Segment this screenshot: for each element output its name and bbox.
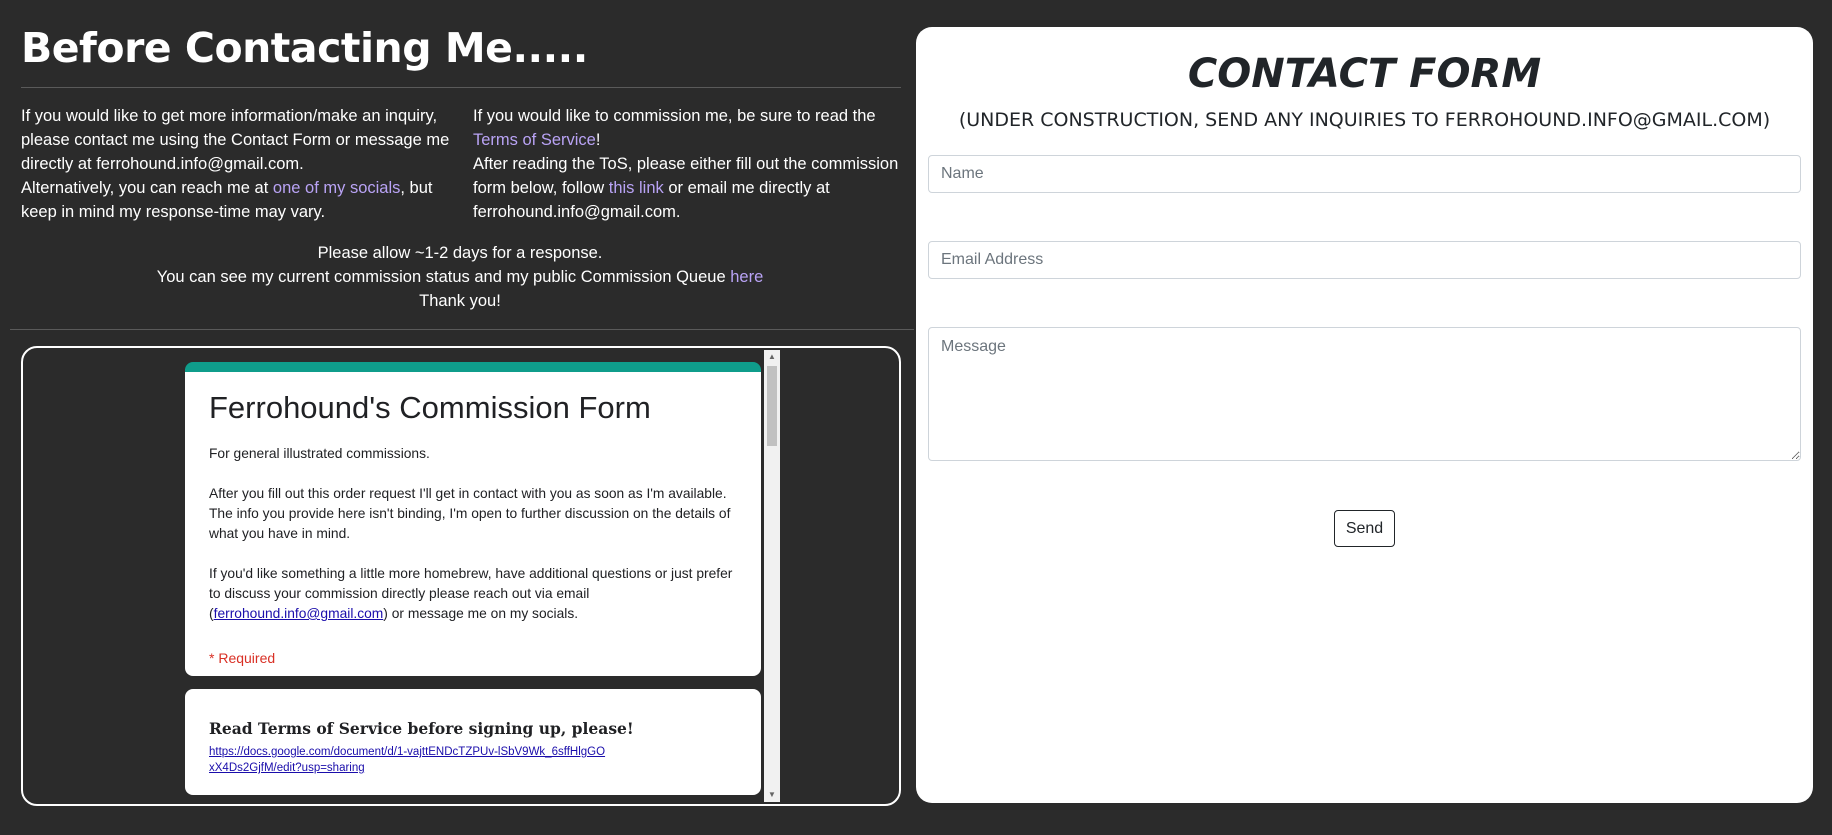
terms-of-service-link[interactable]: Terms of Service (473, 131, 596, 149)
form-desc-contact: If you'd like something a little more ho… (209, 564, 739, 624)
socials-text-before: Alternatively, you can reach me at (21, 179, 273, 197)
scroll-thumb[interactable] (767, 366, 777, 446)
message-textarea[interactable] (928, 327, 1801, 461)
queue-text: You can see my current commission status… (156, 268, 731, 286)
tos-card: Read Terms of Service before signing up,… (185, 689, 761, 795)
email-input[interactable] (928, 241, 1801, 279)
socials-link[interactable]: one of my socials (273, 179, 400, 197)
scroll-down-arrow-icon[interactable]: ▼ (764, 788, 780, 802)
form-description: For general illustrated commissions. Aft… (209, 444, 739, 644)
form-desc-contact-after: ) or message me on my socials. (383, 606, 579, 621)
divider-bottom (10, 329, 914, 330)
embed-scrollbar[interactable]: ▲ ▼ (764, 350, 780, 802)
tos-text-before: If you would like to commission me, be s… (473, 107, 876, 125)
tos-card-title: Read Terms of Service before signing up,… (209, 719, 634, 738)
form-email-link[interactable]: ferrohound.info@gmail.com (214, 606, 384, 621)
this-link[interactable]: this link (609, 179, 664, 197)
info-panel: Before Contacting Me..... If you would l… (0, 0, 914, 835)
required-note: * Required (209, 650, 276, 666)
form-desc-order: After you fill out this order request I'… (209, 486, 731, 541)
commission-column: If you would like to commission me, be s… (473, 104, 903, 224)
contact-form-subtitle: (UNDER CONSTRUCTION, SEND ANY INQUIRIES … (958, 109, 1771, 131)
divider-top (21, 87, 901, 88)
page-title: Before Contacting Me..... (21, 24, 588, 72)
commission-form-embed[interactable]: Ferrohound's Commission Form For general… (21, 346, 901, 806)
google-form: Ferrohound's Commission Form For general… (165, 348, 805, 804)
form-title: Ferrohound's Commission Form (209, 390, 651, 425)
commission-queue-link[interactable]: here (730, 268, 763, 286)
form-desc-general: For general illustrated commissions. (209, 446, 430, 461)
name-input[interactable] (928, 155, 1801, 193)
contact-form-title: CONTACT FORM (1187, 51, 1542, 97)
inquiry-column: If you would like to get more informatio… (21, 104, 451, 224)
inquiry-text: If you would like to get more informatio… (21, 107, 450, 173)
send-button[interactable]: Send (1334, 510, 1395, 547)
response-time-text: Please allow ~1-2 days for a response. (317, 244, 603, 262)
thank-you-text: Thank you! (419, 292, 501, 310)
tos-document-link[interactable]: https://docs.google.com/document/d/1-vaj… (209, 744, 609, 776)
scroll-up-arrow-icon[interactable]: ▲ (764, 350, 780, 364)
response-note: Please allow ~1-2 days for a response. Y… (0, 241, 920, 313)
tos-text-after: ! (595, 131, 601, 149)
form-header-card: Ferrohound's Commission Form For general… (185, 362, 761, 676)
contact-form-panel: CONTACT FORM (UNDER CONSTRUCTION, SEND A… (916, 27, 1813, 803)
